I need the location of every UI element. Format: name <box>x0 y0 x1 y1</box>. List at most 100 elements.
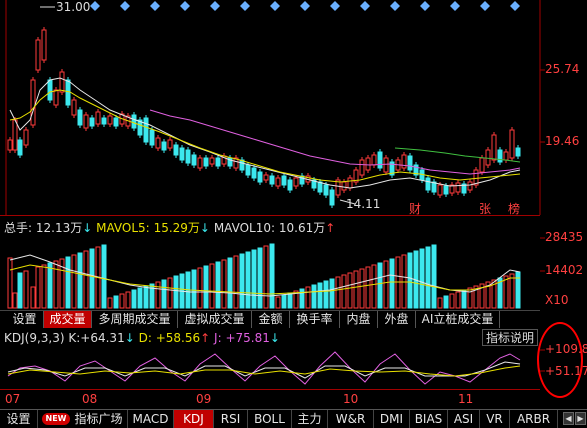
candle-body <box>323 184 329 196</box>
bottom-tab-rsi[interactable]: RSI <box>214 410 248 428</box>
candle-body <box>17 139 23 156</box>
candle-body <box>425 177 431 191</box>
volume-bar <box>17 272 23 309</box>
candle-body <box>383 157 389 173</box>
volume-bar <box>353 270 359 309</box>
volume-bar <box>155 281 161 309</box>
volume-bar <box>383 260 389 309</box>
bottom-tab-boll[interactable]: BOLL <box>248 410 292 428</box>
bottom-tab-vr[interactable]: VR <box>480 410 510 428</box>
volume-bar <box>23 270 29 309</box>
volume-bars <box>7 243 521 309</box>
candle-body <box>275 177 281 187</box>
bottom-tab-wr[interactable]: W&R <box>328 410 374 428</box>
volume-bar <box>131 289 137 309</box>
candle-body <box>7 139 13 151</box>
tab-outer-volume[interactable]: 外盘 <box>378 311 416 328</box>
volume-bar <box>503 275 509 309</box>
candle-body <box>179 147 185 161</box>
scroll-left-icon[interactable]: ◀ <box>563 412 574 425</box>
candle-body <box>209 157 215 165</box>
volume-bar <box>407 252 413 309</box>
volume-bar <box>263 245 269 309</box>
bottom-tab-macd[interactable]: MACD <box>128 410 174 428</box>
candle-body <box>497 149 503 163</box>
time-label-10: 10 <box>343 392 359 406</box>
candle-body <box>443 185 449 195</box>
volume-bar <box>305 286 311 309</box>
scroll-right-icon[interactable]: ▶ <box>575 412 586 425</box>
price-chart <box>5 0 545 215</box>
kdj-k-label: K: <box>68 331 81 345</box>
bottom-tab-bias[interactable]: BIAS <box>410 410 448 428</box>
down-arrow-icon: ↓ <box>269 331 280 345</box>
volume-scale-mid: 14402 <box>545 263 584 277</box>
tab-multi-period-volume[interactable]: 多周期成交量 <box>92 311 178 328</box>
candle-body <box>341 181 347 191</box>
volume-bar <box>461 289 467 309</box>
candle-body <box>47 79 53 101</box>
candle-body <box>12 119 18 151</box>
volume-bar <box>323 280 329 309</box>
indicator-help-button[interactable]: 指标说明 <box>482 329 538 346</box>
tab-volume[interactable]: 成交量 <box>44 311 92 328</box>
candle-body <box>173 144 179 156</box>
candle-body <box>41 29 47 61</box>
candle-body <box>161 141 167 151</box>
volume-bar <box>347 272 353 309</box>
tab-inner-volume[interactable]: 内盘 <box>340 311 378 328</box>
time-label-07: 07 <box>5 392 21 406</box>
volume-bar <box>257 247 263 309</box>
volume-bar <box>431 244 437 309</box>
volume-bar <box>245 251 251 309</box>
candle-body <box>197 157 203 169</box>
tab-settings[interactable]: 设置 <box>6 311 44 328</box>
candle-body <box>155 137 161 149</box>
bottom-tab-kdj[interactable]: KDJ <box>174 410 214 428</box>
candle-body <box>257 171 263 183</box>
tab-virtual-volume[interactable]: 虚拟成交量 <box>178 311 252 328</box>
bottom-tab-settings[interactable]: 设置 <box>0 410 38 428</box>
candle-body <box>509 129 515 159</box>
volume-bar <box>197 267 203 309</box>
volume-bar <box>125 291 131 309</box>
candle-body <box>251 167 257 179</box>
volume-bar <box>119 293 125 309</box>
volume-bar <box>359 268 365 309</box>
candle-body <box>143 117 149 143</box>
tab-amount[interactable]: 金额 <box>252 311 290 328</box>
volume-bar <box>419 248 425 309</box>
volume-bar <box>30 286 36 309</box>
down-arrow-icon: ↓ <box>124 331 135 345</box>
candle-body <box>23 129 29 146</box>
bottom-tab-indicator-square[interactable]: 指标广场 <box>70 410 128 428</box>
candle-body <box>377 151 383 169</box>
tab-ai-volume[interactable]: AI立桩成交量 <box>416 311 500 328</box>
tab-turnover[interactable]: 换手率 <box>290 311 340 328</box>
volume-bar <box>137 287 143 309</box>
volume-bar <box>455 291 461 309</box>
volume-bar <box>227 257 233 309</box>
highlight-circle <box>537 322 583 398</box>
candle-body <box>467 181 473 191</box>
candle-body <box>455 182 461 193</box>
bottom-tab-dmi[interactable]: DMI <box>374 410 410 428</box>
candle-body <box>317 181 323 193</box>
volume-bar <box>443 295 449 309</box>
candlesticks <box>7 27 521 208</box>
candle-body <box>59 71 65 93</box>
volume-bar <box>12 292 18 309</box>
volume-bar <box>269 243 275 309</box>
candle-body <box>281 175 287 186</box>
volume-bar <box>329 278 335 309</box>
candle-body <box>263 174 269 181</box>
volume-bar <box>53 260 59 309</box>
time-label-09: 09 <box>196 392 212 406</box>
bottom-tab-main-force[interactable]: 主力 <box>292 410 328 428</box>
volume-bar <box>83 250 89 309</box>
volume-bar <box>173 275 179 309</box>
candle-body <box>245 164 251 176</box>
volume-bar <box>509 273 515 309</box>
bottom-tab-arbr[interactable]: ARBR <box>510 410 558 428</box>
bottom-tab-asi[interactable]: ASI <box>448 410 480 428</box>
